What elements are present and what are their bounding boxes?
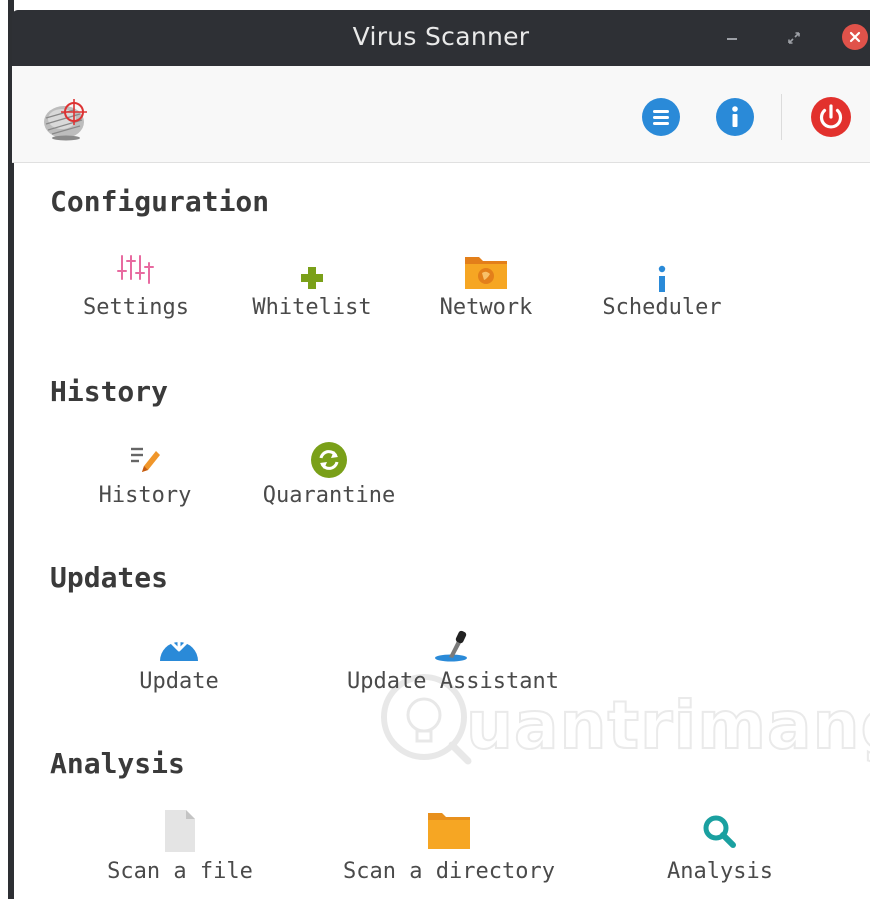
scan-file-label: Scan a file xyxy=(107,859,253,884)
section-title-configuration: Configuration xyxy=(50,185,270,218)
update-label: Update xyxy=(139,669,219,694)
info-small-icon xyxy=(658,265,666,292)
title-bar[interactable]: Virus Scanner xyxy=(12,10,870,66)
info-icon xyxy=(732,106,738,127)
download-icon xyxy=(160,631,198,661)
whitelist-item[interactable]: Whitelist xyxy=(242,253,382,325)
update-item[interactable]: Update xyxy=(124,627,234,699)
main-content: Q uantrimang Configuration Settings Whit… xyxy=(24,163,870,899)
network-item[interactable]: Network xyxy=(426,253,546,325)
close-icon xyxy=(849,31,861,43)
minimize-button[interactable] xyxy=(720,26,744,50)
scan-directory-label: Scan a directory xyxy=(343,859,555,884)
restore-icon xyxy=(788,32,800,44)
section-title-updates: Updates xyxy=(50,561,169,594)
update-assistant-label: Update Assistant xyxy=(347,669,559,694)
settings-item[interactable]: Settings xyxy=(76,253,196,325)
power-icon xyxy=(819,104,843,129)
sliders-icon xyxy=(117,255,154,284)
scheduler-label: Scheduler xyxy=(602,295,722,320)
quarantine-item[interactable]: Quarantine xyxy=(254,441,404,513)
toolbar-separator xyxy=(781,94,782,140)
header-toolbar xyxy=(12,66,870,163)
scan-directory-item[interactable]: Scan a directory xyxy=(336,809,562,889)
history-label: History xyxy=(98,483,192,508)
scan-file-item[interactable]: Scan a file xyxy=(100,809,260,889)
file-icon xyxy=(165,810,195,852)
info-button[interactable] xyxy=(716,98,754,136)
folder-icon xyxy=(428,813,470,849)
dropper-icon xyxy=(435,630,467,662)
maximize-button[interactable] xyxy=(782,26,806,50)
whitelist-label: Whitelist xyxy=(252,295,372,320)
analysis-item[interactable]: Analysis xyxy=(650,809,790,889)
history-item[interactable]: History xyxy=(90,441,200,513)
app-window: Virus Scanner uantrimang Configuration S… xyxy=(12,0,870,899)
magnifier-icon xyxy=(703,815,736,848)
plus-icon xyxy=(301,267,323,289)
settings-label: Settings xyxy=(83,295,189,320)
update-assistant-item[interactable]: Update Assistant xyxy=(334,627,572,699)
edit-list-icon xyxy=(131,447,160,472)
network-label: Network xyxy=(439,295,533,320)
analysis-label: Analysis xyxy=(667,859,773,884)
section-title-history: History xyxy=(50,375,169,408)
network-folder-icon xyxy=(465,257,507,289)
scheduler-item[interactable]: Scheduler xyxy=(592,253,732,325)
section-title-analysis: Analysis xyxy=(50,747,185,780)
menu-button[interactable] xyxy=(642,98,680,136)
power-button[interactable] xyxy=(811,97,851,137)
refresh-circle-icon xyxy=(311,442,347,478)
list-menu-icon xyxy=(653,110,669,125)
virus-target-icon xyxy=(40,94,96,148)
quarantine-label: Quarantine xyxy=(262,483,396,508)
close-button[interactable] xyxy=(842,24,868,50)
